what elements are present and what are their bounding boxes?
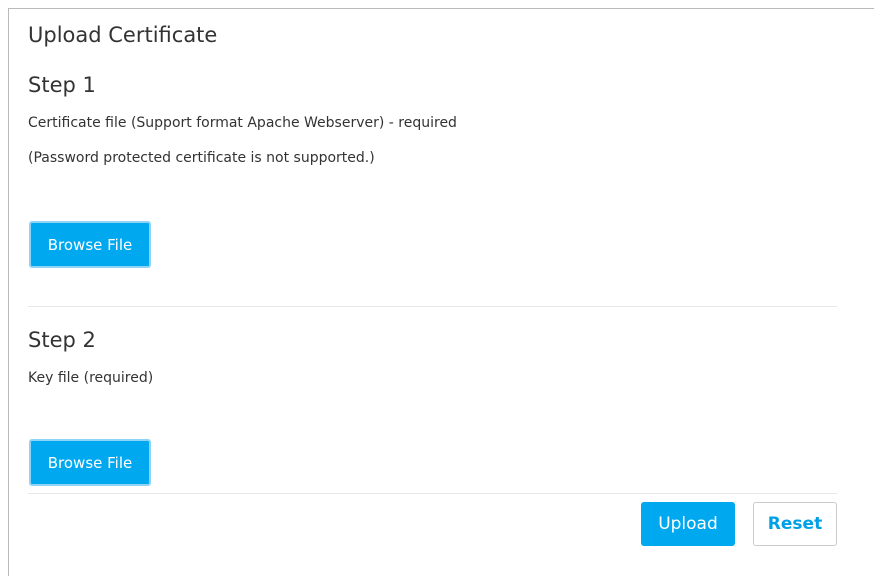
- step-divider: [28, 306, 837, 307]
- step1-description: Certificate file (Support format Apache …: [28, 115, 457, 131]
- upload-button[interactable]: Upload: [641, 502, 735, 546]
- step2-description: Key file (required): [28, 370, 154, 386]
- step1-note: (Password protected certificate is not s…: [28, 150, 375, 166]
- step1-heading: Step 1: [28, 73, 96, 97]
- upload-certificate-panel: Upload Certificate Step 1 Certificate fi…: [8, 8, 874, 576]
- step1-browse-file-button[interactable]: Browse File: [29, 221, 151, 268]
- step2-heading: Step 2: [28, 328, 96, 352]
- page-title: Upload Certificate: [28, 23, 218, 47]
- actions-divider: [28, 493, 837, 494]
- reset-button[interactable]: Reset: [753, 502, 837, 546]
- step2-browse-file-button[interactable]: Browse File: [29, 439, 151, 486]
